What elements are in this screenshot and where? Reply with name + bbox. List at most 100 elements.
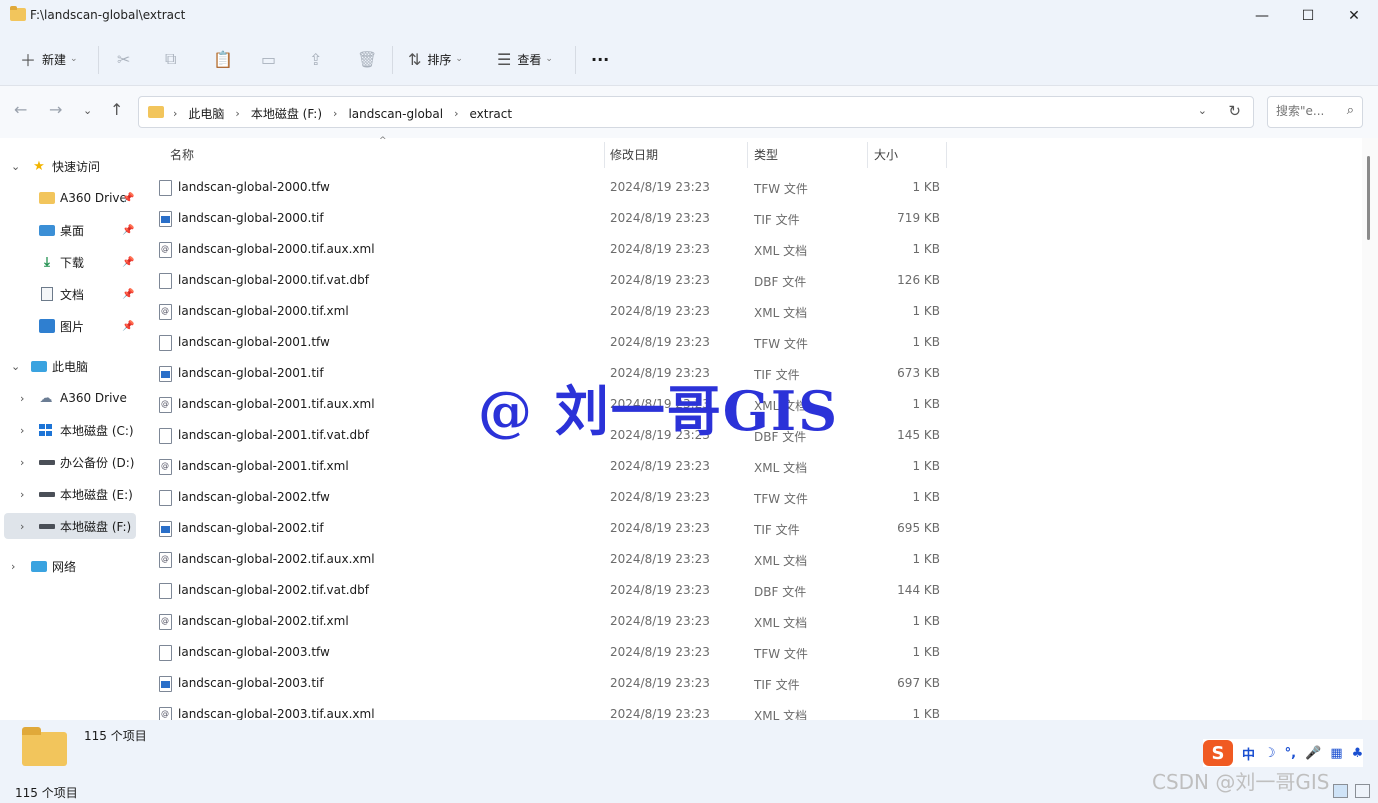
sidebar-item-quick-access[interactable]: ⌄ ★ 快速访问 [0, 153, 136, 179]
file-row[interactable]: landscan-global-2003.tfw 2024/8/19 23:23 T… [138, 637, 1362, 668]
sidebar-item-drive-d[interactable]: › 办公备份 (D:) [0, 449, 136, 475]
skin-icon[interactable]: ♣ [1352, 746, 1364, 761]
collapse-icon[interactable]: ⌄ [11, 360, 20, 373]
file-name: landscan-global-2001.tif.xml [178, 459, 349, 473]
file-row[interactable]: landscan-global-2002.tif.vat.dbf 2024/8/1… [138, 575, 1362, 606]
folder-icon [39, 192, 55, 204]
file-type: TFW 文件 [754, 492, 808, 506]
file-type: TIF 文件 [754, 213, 800, 227]
file-row[interactable]: landscan-global-2001.tfw 2024/8/19 23:23 T… [138, 327, 1362, 358]
moon-icon[interactable]: ☽ [1264, 746, 1276, 761]
share-button[interactable]: ⇪ [309, 44, 328, 74]
expand-icon[interactable]: › [11, 560, 15, 573]
file-row[interactable]: landscan-global-2002.tif.aux.xml 2024/8/1… [138, 544, 1362, 575]
refresh-icon[interactable]: ↻ [1228, 102, 1241, 120]
expand-icon[interactable]: › [20, 520, 24, 533]
file-type: TIF 文件 [754, 678, 800, 692]
view-button[interactable]: ☰ 查看 ⌄ [497, 44, 553, 74]
breadcrumb-extract[interactable]: extract [470, 107, 513, 121]
sort-button[interactable]: ⇅ 排序 ⌄ [408, 44, 463, 74]
vertical-scrollbar[interactable] [1362, 138, 1378, 720]
navigation-pane: ⌄ ★ 快速访问 A360 Drive 📌 桌面 📌 ⤓ 下载 📌 文档 📌 图… [0, 138, 138, 720]
search-box[interactable]: ⌕ [1267, 96, 1363, 128]
column-divider[interactable] [946, 142, 947, 168]
ime-chinese-mode[interactable]: 中 [1242, 744, 1255, 763]
pin-icon: 📌 [122, 256, 135, 268]
file-row[interactable]: landscan-global-2001.tif.xml 2024/8/19 23… [138, 451, 1362, 482]
minimize-button[interactable]: — [1238, 0, 1286, 32]
ime-toolbar[interactable]: S 中 ☽ °, 🎤 ▦ ♣ [1203, 739, 1364, 767]
expand-icon[interactable]: › [20, 392, 24, 405]
sidebar-item-network[interactable]: › 网络 [0, 553, 136, 579]
new-button[interactable]: ＋ 新建 ⌄ [20, 44, 78, 74]
sidebar-item-a360-drive[interactable]: › ☁ A360 Drive [0, 385, 136, 411]
scrollbar-thumb[interactable] [1367, 156, 1370, 240]
breadcrumb-separator[interactable]: › [454, 107, 458, 120]
file-row[interactable]: landscan-global-2002.tfw 2024/8/19 23:23 T… [138, 482, 1362, 513]
breadcrumb-separator[interactable]: › [333, 107, 337, 120]
recent-locations-icon[interactable]: ⌄ [83, 104, 92, 117]
download-icon: ⤓ [44, 254, 50, 270]
maximize-button[interactable]: ☐ [1284, 0, 1332, 32]
details-view-icon[interactable] [1333, 784, 1348, 798]
address-bar[interactable]: › 此电脑 › 本地磁盘 (F:) › landscan-global › ex… [138, 96, 1254, 128]
microphone-icon[interactable]: 🎤 [1305, 746, 1321, 761]
file-row[interactable]: landscan-global-2000.tif.vat.dbf 2024/8/1… [138, 265, 1362, 296]
file-size: 1 KB [912, 645, 940, 659]
breadcrumb-landscan-global[interactable]: landscan-global [348, 107, 443, 121]
xml-file-icon [159, 459, 172, 475]
file-row[interactable]: landscan-global-2000.tif.aux.xml 2024/8/1… [138, 234, 1362, 265]
expand-icon[interactable]: › [20, 488, 24, 501]
column-divider[interactable] [747, 142, 748, 168]
sidebar-item-this-pc[interactable]: ⌄ 此电脑 [0, 353, 136, 379]
back-arrow-icon[interactable]: ← [14, 100, 27, 119]
breadcrumb-this-pc[interactable]: 此电脑 [188, 105, 224, 122]
sidebar-item-drive-f[interactable]: › 本地磁盘 (F:) [4, 513, 136, 539]
expand-icon[interactable]: › [20, 424, 24, 437]
search-icon[interactable]: ⌕ [1347, 103, 1354, 118]
sidebar-item-pictures[interactable]: 图片 📌 [0, 313, 136, 339]
cut-button[interactable]: ✂ [117, 44, 136, 74]
file-row[interactable]: landscan-global-2000.tif 2024/8/19 23:23 T… [138, 203, 1362, 234]
column-header-size[interactable]: 大小 [874, 146, 898, 163]
pin-icon: 📌 [122, 224, 135, 236]
large-icons-view-icon[interactable] [1355, 784, 1370, 798]
sidebar-item-downloads[interactable]: ⤓ 下载 📌 [0, 249, 136, 275]
column-divider[interactable] [604, 142, 605, 168]
forward-arrow-icon[interactable]: → [49, 100, 62, 119]
close-button[interactable]: ✕ [1330, 0, 1378, 32]
punctuation-icon[interactable]: °, [1285, 746, 1296, 761]
keyboard-icon[interactable]: ▦ [1330, 746, 1342, 761]
column-header-type[interactable]: 类型 [754, 146, 778, 163]
file-modified-date: 2024/8/19 23:23 [610, 614, 710, 628]
delete-button[interactable]: 🗑 [357, 44, 383, 74]
file-size: 145 KB [897, 428, 940, 442]
column-divider[interactable] [867, 142, 868, 168]
rename-button[interactable]: ▭ [261, 44, 282, 74]
collapse-icon[interactable]: ⌄ [11, 160, 20, 173]
sidebar-item-drive-c[interactable]: › 本地磁盘 (C:) [0, 417, 136, 443]
paste-button[interactable]: 📋 [213, 44, 239, 74]
column-header-name[interactable]: 名称 [170, 146, 194, 163]
breadcrumb-separator[interactable]: › [235, 107, 239, 120]
expand-icon[interactable]: › [20, 456, 24, 469]
file-row[interactable]: landscan-global-2002.tif 2024/8/19 23:23 T… [138, 513, 1362, 544]
search-input[interactable] [1276, 104, 1338, 118]
copy-button[interactable]: ⧉ [165, 44, 182, 74]
up-arrow-icon[interactable]: ↑ [110, 100, 123, 119]
file-size: 1 KB [912, 180, 940, 194]
more-options-button[interactable]: ··· [591, 44, 609, 74]
breadcrumb-drive-f[interactable]: 本地磁盘 (F:) [251, 105, 322, 122]
sidebar-item-desktop[interactable]: 桌面 📌 [0, 217, 136, 243]
address-history-icon[interactable]: ⌄ [1198, 104, 1207, 117]
sogou-logo-icon[interactable]: S [1203, 740, 1233, 766]
column-header-date[interactable]: 修改日期 [610, 146, 658, 163]
windows-drive-icon [39, 423, 52, 437]
sidebar-item-a360-drive-pinned[interactable]: A360 Drive 📌 [0, 185, 136, 211]
file-row[interactable]: landscan-global-2000.tif.xml 2024/8/19 23… [138, 296, 1362, 327]
file-row[interactable]: landscan-global-2002.tif.xml 2024/8/19 23… [138, 606, 1362, 637]
sidebar-item-documents[interactable]: 文档 📌 [0, 281, 136, 307]
file-row[interactable]: landscan-global-2003.tif 2024/8/19 23:23 T… [138, 668, 1362, 699]
file-row[interactable]: landscan-global-2000.tfw 2024/8/19 23:23 T… [138, 172, 1362, 203]
sidebar-item-drive-e[interactable]: › 本地磁盘 (E:) [0, 481, 136, 507]
